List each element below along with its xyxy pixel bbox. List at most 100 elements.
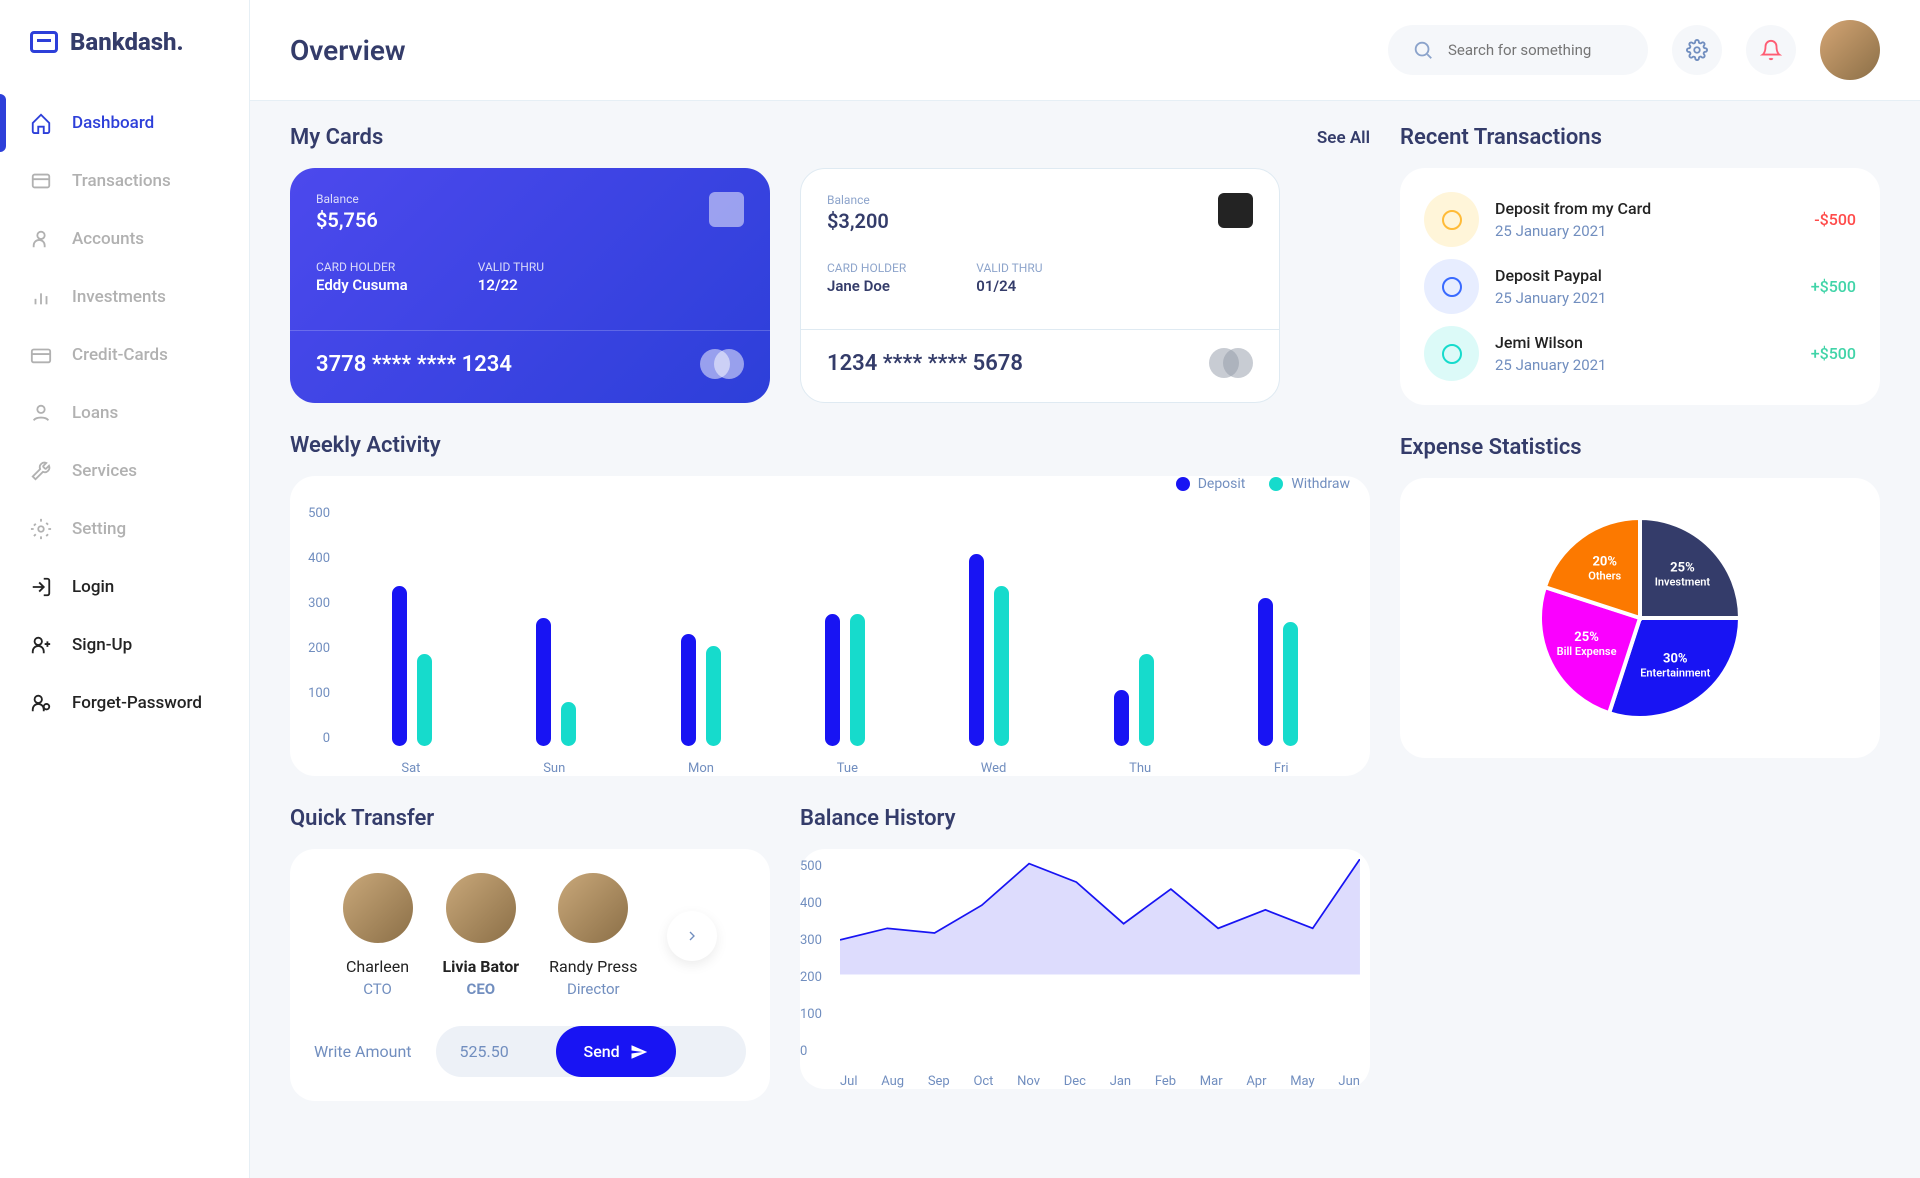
contact-role: CEO (443, 980, 520, 998)
transaction-item[interactable]: Deposit from my Card25 January 2021-$500 (1424, 192, 1856, 247)
svg-text:30%: 30% (1663, 652, 1688, 667)
notifications-button[interactable] (1746, 25, 1796, 75)
tx-amount: +$500 (1811, 344, 1856, 363)
card-number: 3778 **** **** 1234 (316, 352, 512, 377)
tx-amount: +$500 (1811, 277, 1856, 296)
contact-name: Randy Press (549, 957, 637, 976)
see-all-link[interactable]: See All (1317, 128, 1370, 148)
svg-text:Investment: Investment (1655, 576, 1711, 589)
dashboard-icon (30, 112, 52, 134)
balance-label: Balance (827, 193, 889, 207)
legend-deposit: Deposit (1176, 476, 1246, 492)
tx-icon (1424, 259, 1479, 314)
write-amount-label: Write Amount (314, 1042, 412, 1061)
contact-name: Charleen (343, 957, 413, 976)
nav-item-services[interactable]: Services (0, 442, 249, 500)
nav-item-setting[interactable]: Setting (0, 500, 249, 558)
nav-label: Services (72, 461, 137, 481)
svg-text:Entertainment: Entertainment (1640, 667, 1710, 680)
transaction-item[interactable]: Jemi Wilson25 January 2021+$500 (1424, 326, 1856, 381)
balance-chart: 5004003002001000 JulAugSepOctNovDecJanFe… (800, 849, 1370, 1089)
credit-card-secondary[interactable]: Balance $3,200 CARD HOLDER Jane Doe VALI… (800, 168, 1280, 403)
nav-item-loans[interactable]: Loans (0, 384, 249, 442)
valid-label: VALID THRU (478, 260, 544, 274)
nav-item-credit-cards[interactable]: Credit-Cards (0, 326, 249, 384)
nav-label: Accounts (72, 229, 144, 249)
svg-text:25%: 25% (1670, 561, 1695, 576)
contact-name: Livia Bator (443, 957, 520, 976)
login-icon (30, 576, 52, 598)
logo-icon (30, 31, 58, 53)
svg-text:Bill Expense: Bill Expense (1557, 645, 1617, 658)
services-icon (30, 460, 52, 482)
gear-icon (1686, 39, 1708, 61)
settings-button[interactable] (1672, 25, 1722, 75)
send-button[interactable]: Send (556, 1026, 676, 1077)
balance-history-title: Balance History (800, 806, 1370, 831)
svg-text:20%: 20% (1592, 554, 1617, 569)
avatar (446, 873, 516, 943)
investments-icon (30, 286, 52, 308)
contact-role: Director (549, 980, 637, 998)
avatar (343, 873, 413, 943)
contact-item[interactable]: Randy Press Director (549, 873, 637, 998)
valid-label: VALID THRU (976, 261, 1042, 275)
search-input[interactable] (1448, 41, 1624, 59)
main: Overview My Cards See All (250, 0, 1920, 1178)
nav-item-login[interactable]: Login (0, 558, 249, 616)
contact-item[interactable]: Charleen CTO (343, 873, 413, 998)
cards-row: Balance $5,756 CARD HOLDER Eddy Cusuma V… (290, 168, 1370, 403)
chip-icon (709, 192, 744, 227)
weekly-title: Weekly Activity (290, 433, 1370, 458)
nav-label: Dashboard (72, 113, 154, 133)
amount-input[interactable] (436, 1026, 556, 1077)
scroll-right-button[interactable] (667, 911, 717, 961)
svg-text:Others: Others (1588, 569, 1621, 582)
balance-value: $5,756 (316, 208, 378, 232)
holder-label: CARD HOLDER (316, 260, 408, 274)
chip-icon (1218, 193, 1253, 228)
transactions-list: Deposit from my Card25 January 2021-$500… (1400, 168, 1880, 405)
avatar (558, 873, 628, 943)
tx-amount: -$500 (1814, 210, 1856, 229)
sidebar: Bankdash. Dashboard Transactions Accounts I… (0, 0, 250, 1178)
nav-item-transactions[interactable]: Transactions (0, 152, 249, 210)
tx-icon (1424, 326, 1479, 381)
transaction-item[interactable]: Deposit Paypal25 January 2021+$500 (1424, 259, 1856, 314)
sign-up-icon (30, 634, 52, 656)
holder-value: Eddy Cusuma (316, 276, 408, 294)
tx-icon (1424, 192, 1479, 247)
nav-label: Forget-Password (72, 693, 202, 713)
bell-icon (1760, 39, 1782, 61)
contact-item[interactable]: Livia Bator CEO (443, 873, 520, 998)
nav-item-dashboard[interactable]: Dashboard (0, 94, 249, 152)
credit-cards-icon (30, 344, 52, 366)
contacts-list: Charleen CTO Livia Bator CEO Randy Press Dire… (314, 873, 746, 998)
header: Overview (250, 0, 1920, 101)
holder-value: Jane Doe (827, 277, 906, 295)
logo[interactable]: Bankdash. (0, 0, 249, 84)
setting-icon (30, 518, 52, 540)
contact-role: CTO (343, 980, 413, 998)
balance-value: $3,200 (827, 209, 889, 233)
user-avatar[interactable] (1820, 20, 1880, 80)
nav-label: Sign-Up (72, 635, 132, 655)
nav-item-sign-up[interactable]: Sign-Up (0, 616, 249, 674)
nav-item-forget-password[interactable]: Forget-Password (0, 674, 249, 732)
tx-date: 25 January 2021 (1495, 289, 1606, 307)
nav-item-accounts[interactable]: Accounts (0, 210, 249, 268)
tx-name: Deposit from my Card (1495, 199, 1651, 218)
expense-pie: 25%Investment30%Entertainment25%Bill Exp… (1400, 478, 1880, 758)
nav-label: Login (72, 577, 114, 597)
forget-password-icon (30, 692, 52, 714)
expense-title: Expense Statistics (1400, 435, 1880, 460)
holder-label: CARD HOLDER (827, 261, 906, 275)
balance-label: Balance (316, 192, 378, 206)
nav-item-investments[interactable]: Investments (0, 268, 249, 326)
nav-label: Credit-Cards (72, 345, 168, 365)
search-icon (1412, 39, 1434, 61)
credit-card-primary[interactable]: Balance $5,756 CARD HOLDER Eddy Cusuma V… (290, 168, 770, 403)
search-box[interactable] (1388, 25, 1648, 75)
legend-withdraw: Withdraw (1269, 476, 1350, 492)
brand-name: Bankdash. (70, 28, 184, 56)
